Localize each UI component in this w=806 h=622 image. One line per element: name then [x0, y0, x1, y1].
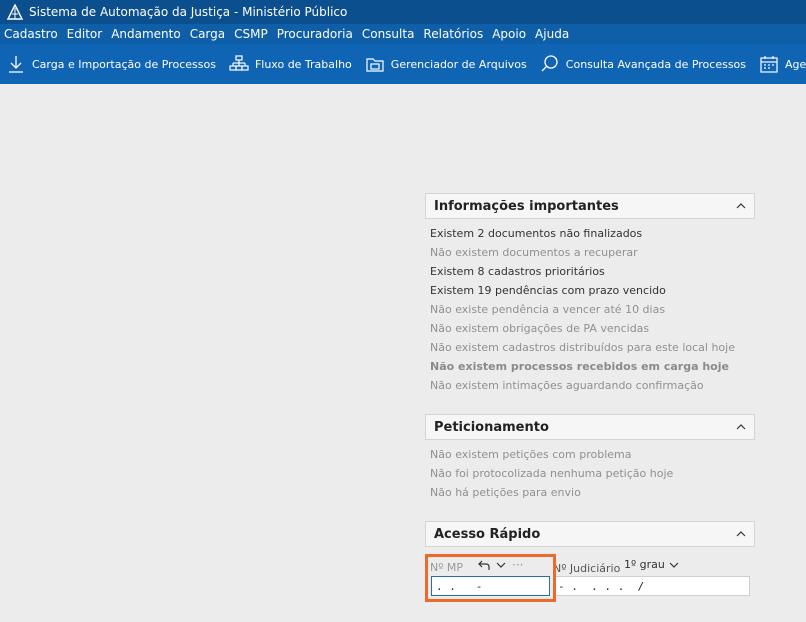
toolbar-consulta-avancada-button[interactable]: Consulta Avançada de Processos [540, 54, 746, 74]
menu-editor[interactable]: Editor [67, 27, 103, 41]
list-item: Não foi protocolizada nenhuma petição ho… [430, 467, 674, 480]
mini-toolbar: ··· [478, 558, 523, 572]
more-icon[interactable]: ··· [512, 558, 523, 572]
petition-panel-title: Peticionamento [434, 419, 549, 435]
list-item: Não há petições para envio [430, 486, 581, 499]
toolbar-label: Carga e Importação de Processos [32, 57, 216, 71]
toolbar-label: Gerenciador de Arquivos [390, 57, 527, 71]
grau-select[interactable]: 1º grau [624, 558, 679, 571]
menu-relatorios[interactable]: Relatórios [423, 27, 483, 41]
menu-ajuda[interactable]: Ajuda [535, 27, 569, 41]
toolbar-gerenciador-arquivos-button[interactable]: Gerenciador de Arquivos [365, 54, 527, 74]
toolbar-carga-importacao-button[interactable]: Carga e Importação de Processos [6, 54, 216, 74]
menu-consulta[interactable]: Consulta [362, 27, 415, 41]
chevron-up-icon[interactable] [736, 202, 746, 210]
info-panel-header[interactable]: Informações importantes [425, 193, 755, 219]
petition-panel-header[interactable]: Peticionamento [425, 414, 755, 440]
grau-selected-value: 1º grau [624, 558, 665, 571]
list-item: Não existem cadastros distribuídos para … [430, 341, 735, 354]
window-title: Sistema de Automação da Justiça - Minist… [29, 5, 348, 19]
title-bar: Sistema de Automação da Justiça - Minist… [0, 0, 806, 24]
info-panel-title: Informações importantes [434, 198, 619, 214]
petition-list: Não existem petições com problema Não fo… [425, 440, 755, 502]
judicial-number-input[interactable] [553, 576, 750, 596]
quick-access-title: Acesso Rápido [434, 526, 541, 542]
mp-label: Nº MP [430, 561, 464, 574]
calendar-icon [759, 54, 779, 74]
list-item: Não existe pendência a vencer até 10 dia… [430, 303, 666, 316]
undo-icon[interactable] [478, 559, 490, 571]
list-item: Não existem petições com problema [430, 448, 632, 461]
quick-access-labels: Nº MP ··· Nº Judiciário 1º grau [425, 556, 755, 576]
toolbar-label: Fluxo de Trabalho [254, 57, 352, 71]
menu-csmp[interactable]: CSMP [234, 27, 268, 41]
list-item: Não existem intimações aguardando confir… [430, 379, 704, 392]
chevron-down-icon[interactable] [496, 561, 506, 569]
download-arrow-icon [6, 54, 26, 74]
toolbar-label: Agenda de C [785, 57, 806, 71]
quick-access-header[interactable]: Acesso Rápido [425, 521, 755, 547]
info-panel: Informações importantes Existem 2 docume… [425, 193, 755, 395]
list-item[interactable]: Existem 8 cadastros prioritários [430, 262, 755, 281]
toolbar-label: Consulta Avançada de Processos [565, 57, 747, 71]
list-item[interactable]: Existem 19 pendências com prazo vencido [430, 281, 755, 300]
chevron-down-icon [669, 562, 679, 568]
petition-panel: Peticionamento Não existem petições com … [425, 414, 755, 502]
app-logo-icon [7, 4, 23, 20]
toolbar: Carga e Importação de Processos Fluxo de… [0, 44, 806, 84]
list-item: Não existem obrigações de PA vencidas [430, 322, 650, 335]
menu-andamento[interactable]: Andamento [111, 27, 181, 41]
list-item[interactable]: Existem 2 documentos não finalizados [430, 224, 755, 243]
chevron-up-icon[interactable] [736, 423, 746, 431]
list-item: Não existem processos recebidos em carga… [430, 360, 729, 373]
menu-procuradoria[interactable]: Procuradoria [277, 27, 353, 41]
menu-bar: Cadastro Editor Andamento Carga CSMP Pro… [0, 24, 806, 44]
toolbar-agenda-button[interactable]: Agenda de C [759, 54, 806, 74]
quick-access-panel: Acesso Rápido [425, 521, 755, 547]
toolbar-fluxo-trabalho-button[interactable]: Fluxo de Trabalho [229, 54, 352, 74]
mp-number-input[interactable] [431, 576, 550, 596]
info-list: Existem 2 documentos não finalizados Não… [425, 219, 755, 395]
folder-icon [365, 54, 385, 74]
menu-apoio[interactable]: Apoio [492, 27, 526, 41]
chevron-up-icon[interactable] [736, 530, 746, 538]
judicial-label: Nº Judiciário [553, 562, 621, 575]
menu-cadastro[interactable]: Cadastro [4, 27, 58, 41]
list-item: Não existem documentos a recuperar [430, 246, 638, 259]
workflow-icon [229, 54, 249, 74]
search-icon [540, 54, 560, 74]
menu-carga[interactable]: Carga [190, 27, 225, 41]
